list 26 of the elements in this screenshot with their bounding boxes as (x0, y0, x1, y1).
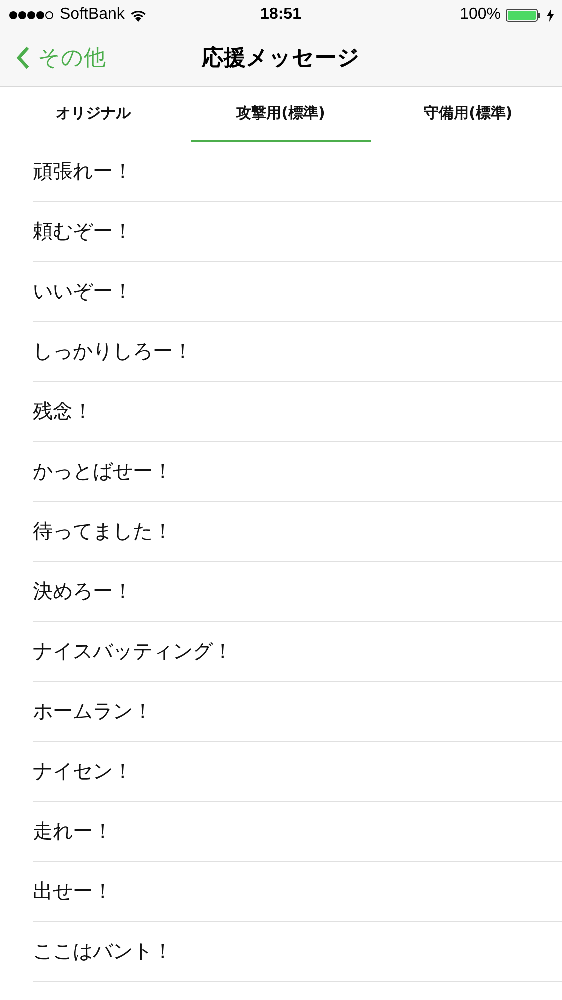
screen-title: 応援メッセージ (202, 44, 360, 73)
tab[interactable]: 守備用(標準) (378, 87, 558, 142)
message-item[interactable]: 出せー！ (33, 878, 113, 905)
tab[interactable]: 攻撃用(標準) (191, 87, 371, 142)
message-item[interactable]: ナイスバッティング！ (33, 638, 233, 665)
signal-icon (9, 10, 55, 20)
status-time: 18:51 (260, 6, 302, 24)
message-item[interactable]: しっかりしろー！ (33, 338, 193, 365)
message-item[interactable]: 決めろー！ (33, 578, 133, 605)
message-item[interactable]: 待ってました！ (33, 518, 173, 545)
charging-icon (547, 8, 554, 22)
message-item[interactable]: ここはバント！ (33, 938, 173, 965)
message-item[interactable]: 残念！ (33, 398, 93, 425)
message-item[interactable]: 頼むぞー！ (33, 218, 133, 245)
carrier-name: SoftBank (60, 6, 125, 24)
tab[interactable]: オリジナル (4, 87, 184, 142)
chevron-left-icon (16, 46, 30, 70)
message-item[interactable]: いいぞー！ (33, 278, 133, 305)
message-item[interactable]: 走れー！ (33, 818, 113, 845)
message-item[interactable]: かっとばせー！ (33, 458, 173, 485)
message-item[interactable]: ホームラン！ (33, 698, 153, 725)
wifi-icon (130, 8, 147, 22)
battery-icon (506, 8, 542, 22)
battery-percent: 100% (460, 6, 501, 24)
message-item[interactable]: ナイセン！ (33, 758, 133, 785)
message-item[interactable]: 頑張れー！ (33, 158, 133, 185)
